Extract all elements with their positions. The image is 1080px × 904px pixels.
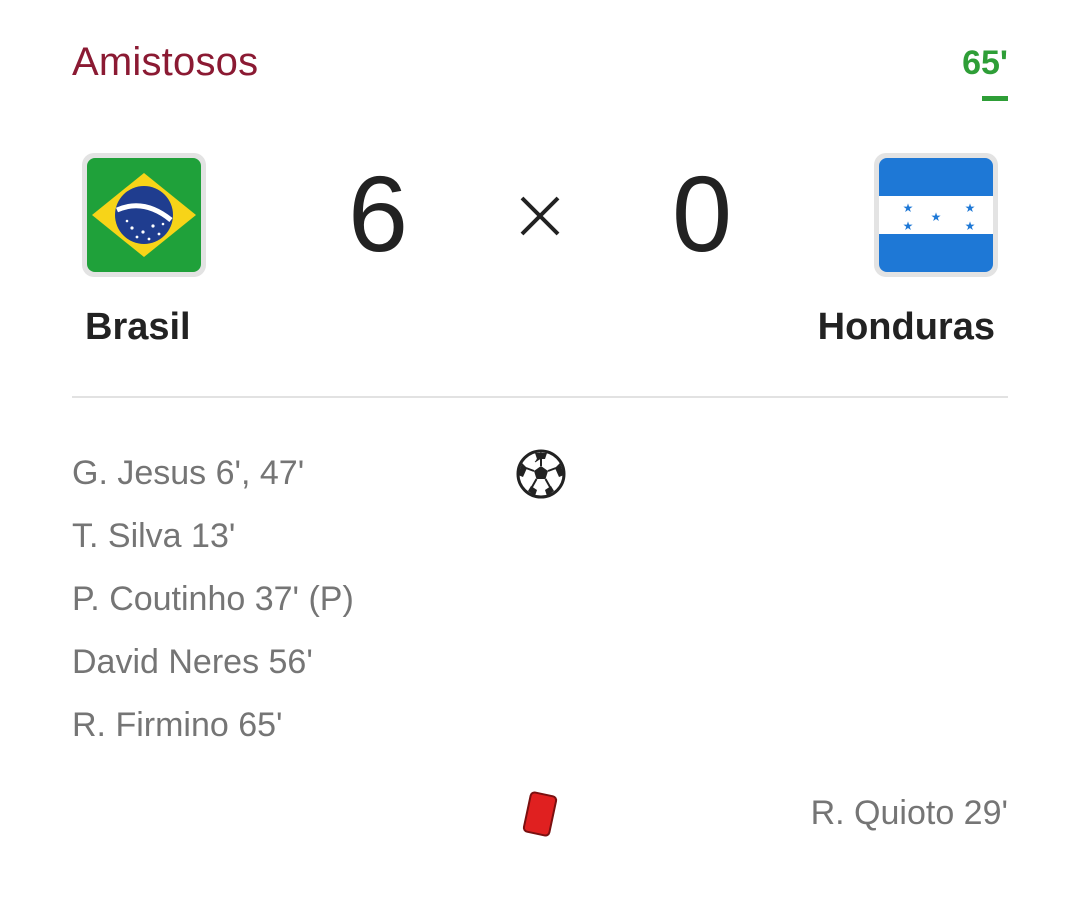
live-indicator-bar	[982, 96, 1008, 101]
away-team-name[interactable]: Honduras	[818, 306, 995, 349]
svg-text:★: ★	[903, 201, 914, 215]
away-red-card-player: R. Quioto 29'	[810, 794, 1008, 832]
live-minute: 65'	[962, 44, 1008, 82]
svg-text:★: ★	[965, 219, 976, 233]
svg-text:★: ★	[903, 219, 914, 233]
svg-text:★: ★	[931, 210, 942, 224]
scorer-item: R. Firmino 65'	[72, 706, 283, 744]
svg-text:★: ★	[965, 201, 976, 215]
honduras-flag-icon[interactable]: ★ ★ ★ ★ ★	[874, 153, 998, 277]
versus-separator-icon	[520, 196, 560, 236]
scorer-item: G. Jesus 6', 47'	[72, 454, 305, 492]
scorer-item: T. Silva 13'	[72, 517, 236, 555]
home-score: 6	[347, 153, 409, 274]
scorer-item: David Neres 56'	[72, 643, 313, 681]
brazil-flag-icon[interactable]	[82, 153, 206, 277]
away-score: 0	[671, 153, 733, 274]
home-team-name[interactable]: Brasil	[85, 306, 191, 349]
scorer-item: P. Coutinho 37' (P)	[72, 580, 354, 618]
home-scorers-list: G. Jesus 6', 47' T. Silva 13' P. Coutinh…	[72, 451, 354, 766]
competition-title[interactable]: Amistosos	[72, 40, 258, 85]
soccer-ball-icon	[516, 449, 566, 499]
divider	[72, 396, 1008, 398]
red-card-icon	[522, 791, 558, 837]
